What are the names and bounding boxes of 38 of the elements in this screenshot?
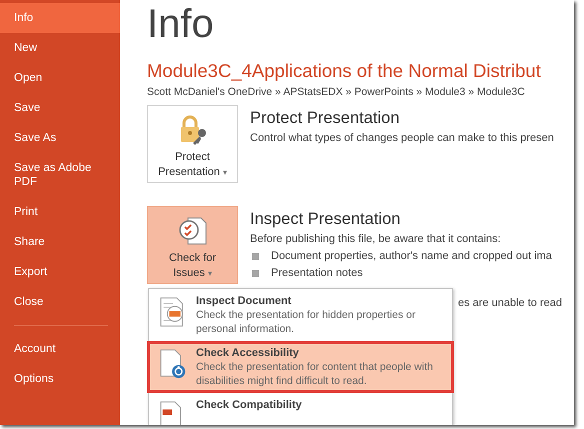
sidebar-item[interactable]: Account [0,334,120,364]
dropdown-button[interactable]: Check for Issues ▾ [147,206,238,284]
document-accessibility-icon [158,348,188,380]
sidebar-item[interactable]: New [0,33,120,63]
sidebar-item[interactable]: Close [0,287,120,317]
bullet-icon [252,252,259,260]
menu-item-title: Check Compatibility [196,398,303,412]
menu-item-description: Check the presentation for hidden properties or personal information. [196,308,416,336]
sidebar-item[interactable]: Save as Adobe PDF [0,153,120,197]
section-description: Before publishing this file, be aware that it contains: [250,233,502,245]
menu-item[interactable]: Inspect Document Check the presentation for hidden properties or personal information. [147,289,454,341]
button-label: Protect Presentation ▾ [158,150,227,180]
sidebar-item[interactable]: Share [0,227,120,257]
menu-item[interactable]: Check Accessibility Check the presentation for content that people with disabilities might find difficult to read. [147,341,454,393]
file-path: Scott McDaniel's OneDrive » APStatsEDX » PowerPoints » Module3 » Module3C [147,86,526,98]
bullet-text: es are unable to read [458,297,562,309]
section-heading: Protect Presentation [250,109,400,128]
sidebar-item[interactable]: Open [0,63,120,93]
bullet-text: Presentation notes [271,267,363,279]
menu-item[interactable]: Check Compatibility [147,393,454,425]
bullet-icon [252,270,259,276]
sidebar-item[interactable]: Save As [0,123,120,153]
menu-item-title: Check Accessibility [196,346,300,360]
sidebar-item[interactable]: Save [0,93,120,123]
dropdown-button[interactable]: Protect Presentation ▾ [147,105,238,183]
sidebar-item[interactable]: Print [0,197,120,227]
section-heading: Inspect Presentation [250,210,402,229]
checklist-document-icon [176,215,208,247]
sidebar-item[interactable]: Options [0,364,120,394]
document-title: Module3C_4Applications of the Normal Distribut [147,60,542,82]
bullet-text: Document properties, author's name and cropped out ima [271,250,552,262]
button-label: Check for Issues ▾ [168,251,216,281]
sidebar-item[interactable]: Export [0,257,120,287]
section-description: Control what types of changes people can make to this presen [250,132,554,144]
menu-item-description: Check the presentation for content that people with disabilities might find difficult to read. [196,360,434,388]
menu-item-title: Inspect Document [196,294,292,308]
page-title: Info [147,2,215,46]
sidebar-item[interactable]: Info [0,3,120,33]
